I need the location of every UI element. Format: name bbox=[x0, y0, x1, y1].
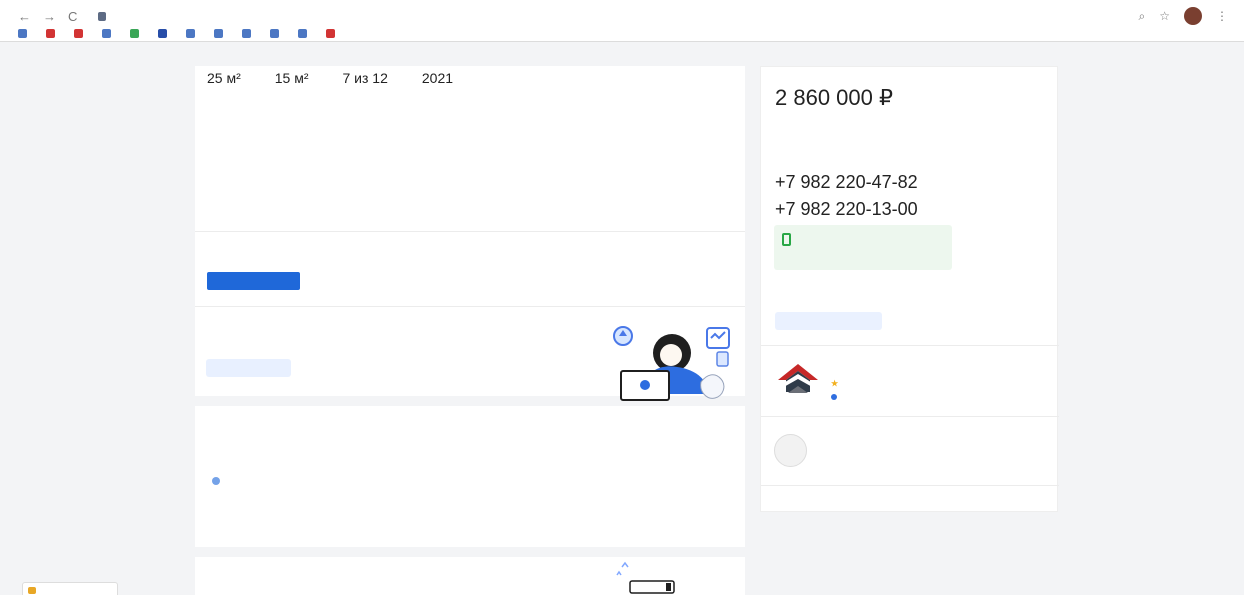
fact-living-area: 15 м² bbox=[275, 70, 309, 88]
fact-value: 15 м² bbox=[274, 70, 309, 86]
fact-year: 2021 bbox=[422, 70, 453, 88]
bottom-card bbox=[195, 557, 745, 595]
agency-logo bbox=[778, 364, 818, 393]
browser-chrome: ← → C ⌕ ☆ ⋮ bbox=[0, 0, 1244, 42]
realtor-illustration bbox=[613, 326, 730, 401]
section-divider bbox=[195, 231, 745, 232]
support-widget[interactable] bbox=[22, 582, 118, 595]
question-icon[interactable] bbox=[212, 477, 220, 485]
bookmark-icon bbox=[46, 28, 55, 38]
fact-floor: 7 из 12 bbox=[343, 70, 388, 88]
more-icon[interactable]: ⋮ bbox=[1216, 9, 1228, 23]
bookmark-icon bbox=[270, 28, 279, 38]
bookmark-icon bbox=[158, 28, 167, 38]
bookmark-icon bbox=[214, 28, 223, 38]
price-contact-sidebar: 2 860 000 ₽ +7 982 220-47-82 +7 982 220-… bbox=[760, 66, 1059, 512]
listing-facts: 25 м² 15 м² 7 из 12 2021 bbox=[207, 70, 453, 88]
write-message-button[interactable] bbox=[775, 312, 882, 330]
bookmark-item[interactable] bbox=[18, 28, 31, 38]
section-divider bbox=[761, 345, 1059, 346]
bookmark-item[interactable] bbox=[102, 28, 115, 38]
section-divider bbox=[761, 416, 1059, 417]
bookmark-icon bbox=[242, 28, 251, 38]
bookmark-item[interactable] bbox=[326, 28, 339, 38]
bookmark-item[interactable] bbox=[130, 28, 143, 38]
address-bar[interactable] bbox=[98, 8, 1098, 25]
browser-actions: ⌕ ☆ ⋮ bbox=[1139, 7, 1228, 25]
price: 2 860 000 ₽ bbox=[775, 85, 893, 110]
section-divider bbox=[195, 306, 745, 307]
phone-number[interactable]: +7 982 220-47-82 bbox=[775, 172, 918, 193]
bookmark-item[interactable] bbox=[46, 28, 59, 38]
verified-icon bbox=[831, 394, 837, 400]
bookmark-item[interactable] bbox=[158, 28, 171, 38]
bookmark-item[interactable] bbox=[242, 28, 255, 38]
phone-icon bbox=[782, 233, 791, 246]
star-icon[interactable]: ☆ bbox=[1159, 9, 1170, 23]
fact-value: 2021 bbox=[421, 70, 454, 86]
profile-avatar[interactable] bbox=[1184, 7, 1202, 25]
bottom-illustration bbox=[616, 561, 675, 594]
bookmark-icon bbox=[74, 28, 83, 38]
fact-value: 25 м² bbox=[207, 70, 241, 86]
back-icon[interactable]: ← bbox=[18, 9, 31, 24]
listing-main-card: 25 м² 15 м² 7 из 12 2021 bbox=[195, 66, 745, 401]
agent-avatar[interactable] bbox=[774, 434, 807, 467]
bookmark-icon bbox=[130, 28, 139, 38]
fact-area: 25 м² bbox=[207, 70, 241, 88]
help-button[interactable] bbox=[206, 359, 291, 377]
phone-number[interactable]: +7 982 220-13-00 bbox=[775, 199, 918, 220]
info-label bbox=[207, 477, 367, 486]
fact-value: 7 из 12 bbox=[342, 70, 388, 86]
section-divider bbox=[761, 485, 1059, 486]
show-phone-button[interactable] bbox=[207, 272, 300, 290]
general-info-card bbox=[195, 406, 745, 547]
bookmark-icon bbox=[298, 28, 307, 38]
bookmark-item[interactable] bbox=[186, 28, 199, 38]
search-icon[interactable]: ⌕ bbox=[1139, 9, 1146, 24]
bookmarks-bar bbox=[18, 25, 1238, 41]
verified-status bbox=[831, 394, 841, 402]
bookmark-item[interactable] bbox=[270, 28, 283, 38]
forward-icon[interactable]: → bbox=[43, 9, 56, 24]
reload-icon[interactable]: C bbox=[68, 9, 77, 24]
chat-icon bbox=[28, 587, 36, 594]
bookmark-icon bbox=[102, 28, 111, 38]
info-row bbox=[207, 477, 607, 486]
bookmark-icon bbox=[18, 28, 27, 38]
bookmark-icon bbox=[326, 28, 335, 38]
bookmark-icon bbox=[186, 28, 195, 38]
star-icon: ★ bbox=[831, 379, 839, 388]
message-box bbox=[774, 225, 952, 270]
bookmark-item[interactable] bbox=[214, 28, 227, 38]
bookmark-item[interactable] bbox=[298, 28, 311, 38]
agency-name[interactable]: ★ bbox=[831, 379, 838, 388]
lock-icon bbox=[98, 12, 106, 21]
browser-nav: ← → C bbox=[18, 9, 77, 24]
bookmark-item[interactable] bbox=[74, 28, 87, 38]
